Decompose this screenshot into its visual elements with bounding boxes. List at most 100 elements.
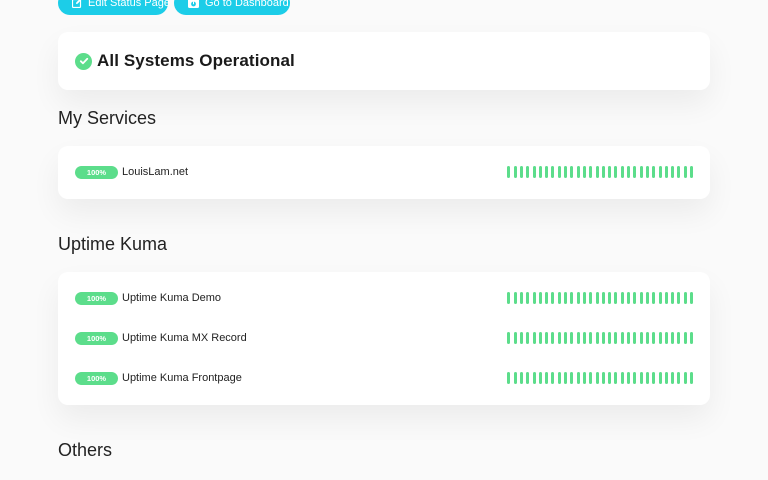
heartbeat-tick [526,292,530,304]
heartbeat-tick [690,372,693,384]
monitor-name: LouisLam.net [122,166,189,178]
heartbeat-tick [589,372,593,384]
heartbeat-tick [683,166,687,178]
heartbeat-tick [595,332,599,344]
heartbeat-tick [645,292,649,304]
heartbeat-tick [690,292,693,304]
heartbeat-tick [652,372,656,384]
heartbeat-tick [551,292,555,304]
heartbeat-tick [564,372,568,384]
heartbeat-tick [526,372,530,384]
heartbeat-tick [620,332,624,344]
heartbeat-tick [538,372,542,384]
heartbeat-tick [538,332,542,344]
group-title-uptime-kuma: Uptime Kuma [58,234,168,254]
heartbeat-tick [645,332,649,344]
heartbeat-tick [576,292,580,304]
heartbeat-bar [507,372,693,385]
monitor-row[interactable]: 100% Uptime Kuma Demo [75,290,693,306]
heartbeat-tick [677,292,681,304]
monitor-row[interactable]: 100% Uptime Kuma MX Record [75,330,693,346]
heartbeat-tick [589,166,593,178]
heartbeat-tick [608,166,612,178]
edit-status-page-button[interactable]: Edit Status Page [58,0,170,15]
heartbeat-tick [513,292,517,304]
heartbeat-tick [582,166,586,178]
heartbeat-tick [576,332,580,344]
heartbeat-tick [614,166,618,178]
heartbeat-tick [614,372,618,384]
heartbeat-tick [532,166,536,178]
heartbeat-tick [608,332,612,344]
heartbeat-tick [601,292,605,304]
heartbeat-tick [564,292,568,304]
heartbeat-tick [639,292,643,304]
heartbeat-tick [513,332,517,344]
heartbeat-tick [614,332,618,344]
heartbeat-tick [664,372,668,384]
heartbeat-tick [658,372,662,384]
heartbeat-tick [620,166,624,178]
heartbeat-tick [519,332,523,344]
heartbeat-tick [671,372,675,384]
heartbeat-tick [526,332,530,344]
heartbeat-tick [507,332,511,344]
toolbar: Edit Status Page Go to Dashboard [58,0,290,15]
heartbeat-tick [664,332,668,344]
heartbeat-tick [627,372,631,384]
heartbeat-tick [652,166,656,178]
heartbeat-tick [664,166,668,178]
heartbeat-tick [551,166,555,178]
heartbeat-tick [519,292,523,304]
monitor-name: Uptime Kuma Demo [122,292,222,304]
heartbeat-tick [683,292,687,304]
overall-status-text: All Systems Operational [97,51,295,70]
heartbeat-tick [677,332,681,344]
heartbeat-tick [658,292,662,304]
heartbeat-tick [658,166,662,178]
heartbeat-bar [507,292,693,305]
heartbeat-tick [683,332,687,344]
heartbeat-tick [551,372,555,384]
heartbeat-tick [545,292,549,304]
heartbeat-tick [507,292,511,304]
heartbeat-tick [570,332,574,344]
heartbeat-tick [545,166,549,178]
heartbeat-tick [513,372,517,384]
heartbeat-tick [671,166,675,178]
heartbeat-tick [633,166,637,178]
heartbeat-tick [608,372,612,384]
heartbeat-tick [608,292,612,304]
heartbeat-tick [538,292,542,304]
heartbeat-tick [576,166,580,178]
overall-status-card: All Systems Operational [58,32,710,90]
group-title-my-services: My Services [58,108,157,128]
heartbeat-tick [627,332,631,344]
group-title-others: Others [58,440,113,460]
heartbeat-tick [614,292,618,304]
monitor-row[interactable]: 100% Uptime Kuma Frontpage [75,370,693,386]
heartbeat-tick [639,372,643,384]
monitor-row[interactable]: 100% LouisLam.net [75,164,693,180]
heartbeat-tick [576,372,580,384]
heartbeat-tick [526,166,530,178]
heartbeat-bar [507,166,693,179]
heartbeat-tick [507,166,511,178]
monitor-name: Uptime Kuma Frontpage [122,372,242,384]
go-to-dashboard-button[interactable]: Go to Dashboard [174,0,290,15]
uptime-badge: 100% [75,165,118,179]
heartbeat-tick [538,166,542,178]
heartbeat-tick [570,372,574,384]
heartbeat-tick [557,332,561,344]
heartbeat-tick [545,372,549,384]
heartbeat-tick [564,332,568,344]
status-page: Edit Status Page Go to Dashboard All Sys… [0,0,768,480]
heartbeat-tick [507,372,511,384]
heartbeat-tick [671,332,675,344]
heartbeat-tick [582,292,586,304]
group-card-uptime-kuma: 100% Uptime Kuma Demo 100% Uptime Kuma M… [58,272,710,405]
heartbeat-tick [639,166,643,178]
heartbeat-tick [690,332,693,344]
heartbeat-tick [589,292,593,304]
heartbeat-tick [570,292,574,304]
